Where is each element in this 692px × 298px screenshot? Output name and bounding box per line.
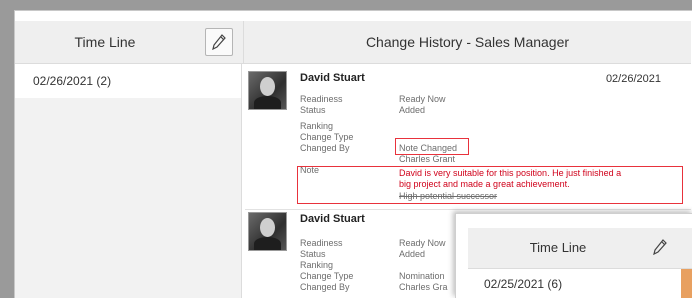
field-value: Added bbox=[399, 249, 426, 259]
entry-date: 02/26/2021 bbox=[605, 73, 661, 85]
popup-header: Time Line bbox=[468, 228, 692, 269]
avatar bbox=[248, 212, 287, 251]
field-value: Charles Grant bbox=[399, 154, 456, 164]
timeline-title: Time Line bbox=[74, 34, 136, 50]
avatar bbox=[248, 71, 287, 110]
panel-header: Time Line Change History - Sales Manager bbox=[15, 21, 691, 64]
timeline-item[interactable]: 02/25/2021 (6) bbox=[484, 277, 562, 291]
pencil-icon[interactable] bbox=[653, 239, 667, 255]
field-label: Ranking bbox=[300, 260, 334, 270]
field-value: Added bbox=[399, 105, 426, 115]
field-value: Ready Now bbox=[399, 238, 446, 248]
field-label: Readiness bbox=[300, 238, 343, 248]
field-label: Change Type bbox=[300, 271, 354, 281]
highlight-box bbox=[297, 166, 683, 204]
field-label: Status bbox=[300, 249, 326, 259]
field-label: Status bbox=[300, 105, 326, 115]
field-label: Changed By bbox=[300, 143, 350, 153]
history-entry: David Stuart 02/26/2021 Readiness Ready … bbox=[245, 69, 691, 211]
highlight-box bbox=[395, 138, 469, 155]
person-name[interactable]: David Stuart bbox=[300, 72, 365, 84]
field-label: Change Type bbox=[300, 132, 354, 142]
field-label: Changed By bbox=[300, 282, 350, 292]
edit-button[interactable] bbox=[205, 28, 233, 56]
popup-timeline-title: Time Line bbox=[529, 240, 587, 255]
person-name[interactable]: David Stuart bbox=[300, 213, 365, 225]
field-value: Nomination bbox=[399, 271, 445, 281]
field-value: Charles Gra bbox=[399, 282, 448, 292]
field-label: Readiness bbox=[300, 94, 343, 104]
change-history-title: Change History - Sales Manager bbox=[243, 21, 691, 63]
field-value: Ready Now bbox=[399, 94, 446, 104]
field-label: Ranking bbox=[300, 121, 334, 131]
timeline-popup-panel: Time Line 02/25/2021 (6) bbox=[455, 213, 692, 298]
timeline-list: 02/26/2021 (2) bbox=[15, 64, 242, 298]
popup-side-stripe bbox=[681, 269, 692, 298]
pencil-icon bbox=[212, 34, 226, 50]
timeline-item[interactable]: 02/26/2021 (2) bbox=[15, 64, 241, 98]
